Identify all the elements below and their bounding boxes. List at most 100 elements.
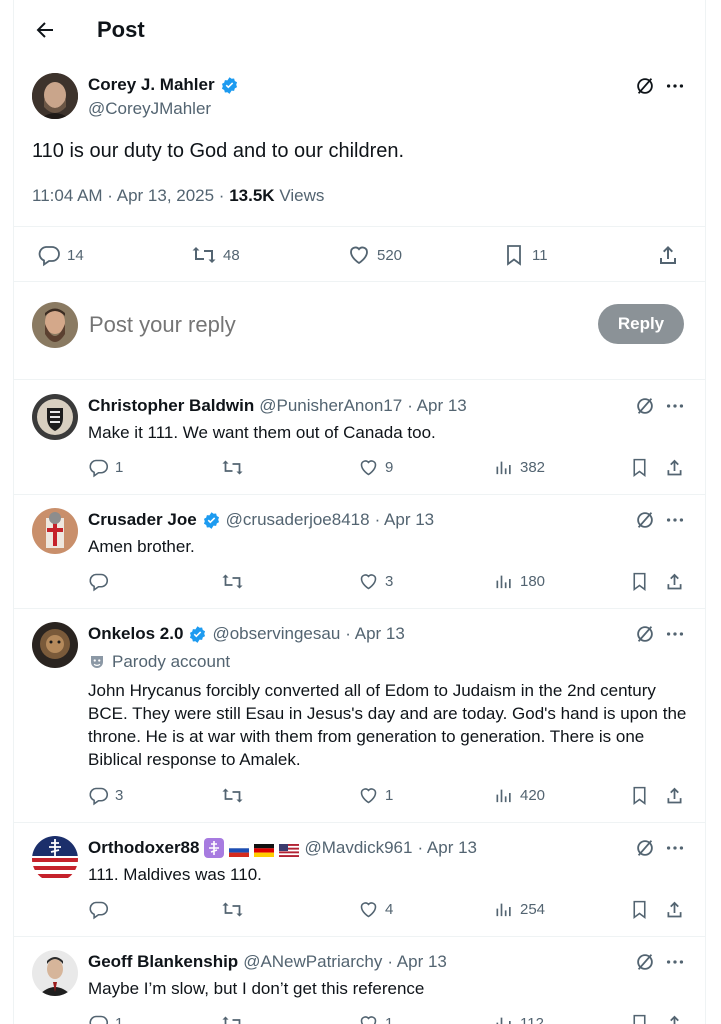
verified-badge-icon — [220, 76, 239, 95]
repost-button[interactable] — [221, 785, 250, 806]
views-button[interactable]: 420 — [494, 785, 545, 806]
reply-author-name[interactable]: Christopher Baldwin — [88, 396, 254, 416]
bookmark-icon[interactable] — [629, 457, 650, 478]
repost-button[interactable] — [221, 457, 250, 478]
reply-avatar[interactable] — [32, 394, 78, 440]
views-button[interactable]: 180 — [494, 571, 545, 592]
repost-button[interactable] — [221, 1013, 250, 1024]
reply-button[interactable]: Reply — [598, 304, 684, 344]
analytics-icon — [494, 785, 514, 806]
reply-count-button[interactable] — [88, 571, 115, 592]
grok-icon[interactable] — [634, 509, 656, 531]
more-options-icon[interactable] — [664, 837, 686, 859]
repost-button[interactable] — [221, 571, 250, 592]
post-meta: 11:04 AM · Apr 13, 2025 · 13.5K Views — [32, 186, 324, 206]
like-button[interactable]: 3 — [358, 571, 393, 592]
grok-icon[interactable] — [634, 837, 656, 859]
reply-avatar[interactable] — [32, 508, 78, 554]
grok-icon[interactable] — [634, 951, 656, 973]
heart-icon — [347, 243, 371, 267]
share-icon[interactable] — [664, 785, 685, 806]
back-arrow-icon[interactable] — [33, 18, 57, 42]
reply-author-handle[interactable]: @observingesau — [212, 624, 340, 644]
like-count-button[interactable]: 520 — [347, 243, 402, 267]
user-avatar — [32, 302, 78, 348]
reply-date[interactable]: · Apr 13 — [387, 952, 447, 972]
repost-icon — [221, 899, 244, 920]
like-count: 1 — [385, 787, 394, 804]
grok-icon[interactable] — [634, 395, 656, 417]
reply-date[interactable]: · Apr 13 — [345, 624, 405, 644]
grok-icon[interactable] — [634, 623, 656, 645]
reply-date[interactable]: · Apr 13 — [417, 838, 477, 858]
reply-author-name[interactable]: Onkelos 2.0 — [88, 624, 183, 644]
reply-count-button[interactable]: 3 — [88, 785, 123, 806]
more-options-icon[interactable] — [664, 509, 686, 531]
views-button[interactable]: 254 — [494, 899, 545, 920]
reply-author-handle[interactable]: @crusaderjoe8418 — [226, 510, 370, 530]
post-text: 110 is our duty to God and to our childr… — [32, 140, 405, 162]
reply-input[interactable] — [89, 309, 569, 341]
more-options-icon[interactable] — [664, 75, 686, 97]
share-icon[interactable] — [664, 457, 685, 478]
repost-count-button[interactable]: 48 — [191, 243, 240, 267]
reply-author-handle[interactable]: @ANewPatriarchy — [243, 952, 382, 972]
reply-count: 3 — [115, 787, 124, 804]
like-button[interactable]: 1 — [358, 1013, 393, 1024]
like-count: 4 — [385, 901, 394, 918]
reply-count-button[interactable]: 1 — [88, 1013, 123, 1024]
like-button[interactable]: 4 — [358, 899, 393, 920]
post-time[interactable]: 11:04 AM · Apr 13, 2025 · — [32, 186, 229, 205]
views-button[interactable]: 112 — [494, 1013, 544, 1024]
reply-count-button[interactable]: 14 — [37, 243, 84, 267]
grok-icon[interactable] — [634, 75, 656, 97]
reply-author-name[interactable]: Orthodoxer88 — [88, 838, 199, 858]
reply-count-button[interactable]: 1 — [88, 457, 123, 478]
author-handle[interactable]: @CoreyJMahler — [88, 99, 211, 119]
reply-count: 1 — [115, 459, 124, 476]
reply-header: Crusader Joe @crusaderjoe8418 · Apr 13 — [88, 510, 434, 530]
parody-label: Parody account — [88, 652, 230, 672]
reply-author-handle[interactable]: @PunisherAnon17 — [259, 396, 402, 416]
reply-date[interactable]: · Apr 13 — [375, 510, 435, 530]
reply-header: Christopher Baldwin @PunisherAnon17 · Ap… — [88, 396, 467, 416]
like-button[interactable]: 1 — [358, 785, 393, 806]
bookmark-icon[interactable] — [629, 899, 650, 920]
bookmark-icon[interactable] — [629, 785, 650, 806]
like-button[interactable]: 9 — [358, 457, 393, 478]
reply-icon — [88, 457, 109, 478]
like-count: 520 — [377, 246, 403, 264]
reply-avatar[interactable] — [32, 836, 78, 882]
reply-author-name[interactable]: Crusader Joe — [88, 510, 197, 530]
reply-date[interactable]: · Apr 13 — [407, 396, 467, 416]
more-options-icon[interactable] — [664, 951, 686, 973]
views-button[interactable]: 382 — [494, 457, 545, 478]
reply-icon — [88, 899, 109, 920]
reply-count: 14 — [67, 246, 84, 264]
reply-icon — [88, 1013, 109, 1024]
share-icon[interactable] — [664, 899, 685, 920]
bookmark-icon — [502, 243, 526, 267]
orthodox-cross-emoji-icon — [204, 838, 225, 858]
reply-avatar[interactable] — [32, 950, 78, 996]
reply-author-handle[interactable]: @Mavdick961 — [304, 838, 412, 858]
bookmark-count-button[interactable]: 11 — [502, 243, 548, 267]
share-icon[interactable] — [664, 571, 685, 592]
repost-icon — [221, 785, 244, 806]
repost-button[interactable] — [221, 899, 250, 920]
reply-author-name[interactable]: Geoff Blankenship — [88, 952, 238, 972]
more-options-icon[interactable] — [664, 395, 686, 417]
share-icon[interactable] — [664, 1013, 685, 1024]
bookmark-icon[interactable] — [629, 571, 650, 592]
views-label: Views — [279, 186, 325, 205]
bookmark-count: 11 — [532, 246, 548, 264]
bookmark-icon[interactable] — [629, 1013, 650, 1024]
more-options-icon[interactable] — [664, 623, 686, 645]
share-icon[interactable] — [656, 243, 680, 267]
author-name[interactable]: Corey J. Mahler — [88, 75, 239, 95]
author-avatar[interactable] — [32, 73, 78, 119]
reply-count-button[interactable] — [88, 899, 115, 920]
reply-avatar[interactable] — [32, 622, 78, 668]
reply-icon — [88, 571, 109, 592]
verified-badge-icon — [202, 511, 221, 530]
